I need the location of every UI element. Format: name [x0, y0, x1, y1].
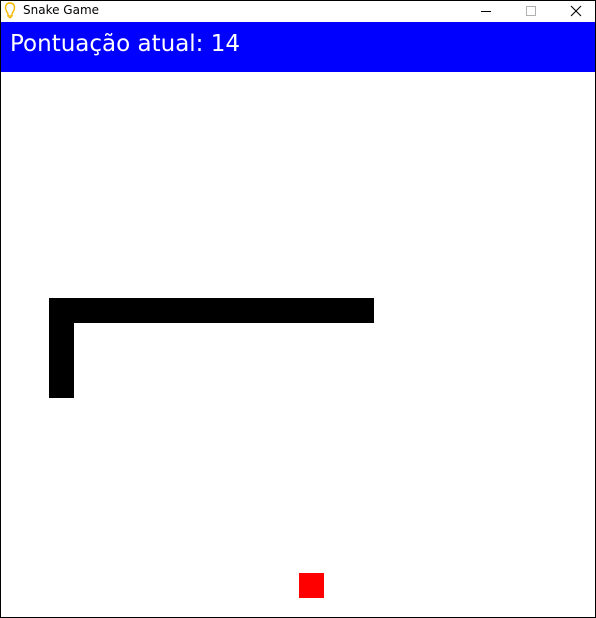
- minimize-icon: [480, 11, 491, 12]
- game-board: [1, 72, 595, 617]
- food-apple: [299, 573, 324, 598]
- python-icon: [4, 2, 16, 19]
- snake-body-vertical: [49, 298, 74, 398]
- score-bar: Pontuação atual: 14: [1, 22, 595, 72]
- title-bar[interactable]: Snake Game: [1, 1, 595, 21]
- maximize-icon: [525, 6, 536, 16]
- maximize-button[interactable]: [508, 1, 553, 21]
- score-label: Pontuação atual: 14: [10, 31, 241, 57]
- close-icon: [570, 5, 581, 17]
- window-title: Snake Game: [23, 3, 100, 17]
- minimize-button[interactable]: [463, 1, 508, 21]
- game-window: Snake Game Pontuação atual: 14: [0, 0, 596, 618]
- close-button[interactable]: [553, 1, 595, 21]
- snake-body-horizontal: [49, 298, 374, 323]
